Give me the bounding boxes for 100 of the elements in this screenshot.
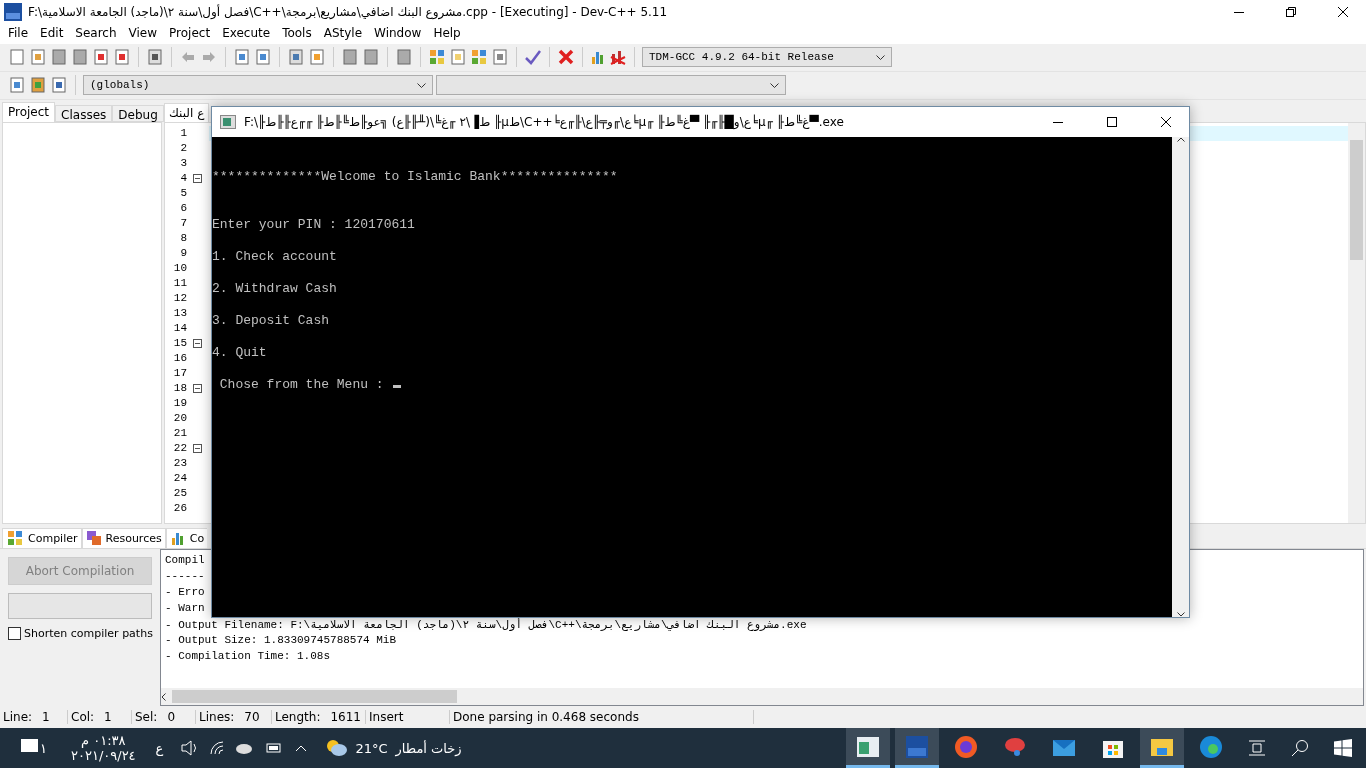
task-view-icon[interactable]	[1248, 740, 1266, 756]
open-file-icon[interactable]	[29, 48, 47, 67]
check-icon[interactable]	[524, 48, 542, 67]
comment-icon[interactable]	[395, 48, 413, 67]
layout-icon[interactable]	[491, 48, 509, 67]
line-number: 19	[172, 397, 188, 410]
line-number: 10	[172, 262, 188, 275]
close-icon	[1338, 7, 1348, 17]
find-icon[interactable]	[233, 48, 251, 67]
line-number: 7	[179, 217, 188, 230]
line-number: 17	[172, 367, 188, 380]
status-value: 0	[167, 710, 176, 725]
grid-icon[interactable]	[6, 529, 24, 547]
console-title: F:\╟ط▐\٢ ╓غ╚\(╨╟╟ع) ╗عو╟ط╚╟ط╟ ╓╓ع╟╟ط ╟µط\C++╘ع\╓و╤╟ع\╟╓ع╘µ╓ ╟ع\و█╟╓╟ ▀غ╚ط╘µ╓ ╟غ╚ط▀.exe	[244, 115, 845, 129]
run-icon[interactable]	[470, 48, 488, 67]
stop-icon[interactable]	[557, 48, 575, 67]
search-icon[interactable]	[1291, 739, 1309, 757]
fold-marker[interactable]	[193, 443, 202, 453]
status-label: Sel:	[135, 710, 158, 725]
bar-chart-icon	[590, 49, 606, 66]
close-icon	[1161, 117, 1171, 127]
taskbar-app[interactable]	[1140, 728, 1184, 768]
panel-tab[interactable]: Co	[165, 527, 208, 548]
panel-tab[interactable]: Classes	[55, 104, 113, 122]
horizontal-scrollbar[interactable]	[161, 688, 1363, 706]
restore-icon	[1286, 7, 1296, 17]
fold-marker[interactable]	[193, 383, 202, 393]
line-number: 18	[172, 382, 188, 395]
line-number: 6	[179, 202, 188, 215]
text-cursor	[393, 385, 402, 388]
menu-item[interactable]: Tools	[276, 24, 318, 44]
printer-icon[interactable]	[146, 48, 164, 67]
console-icon	[220, 115, 236, 129]
scope-dropdown[interactable]: (globals)	[83, 75, 433, 96]
status-value: 1611	[330, 710, 361, 725]
add-icon[interactable]	[29, 76, 47, 95]
scrollbar[interactable]	[1348, 122, 1365, 523]
fold-marker[interactable]	[193, 173, 202, 183]
checkbox[interactable]	[8, 626, 21, 640]
status-value: 1	[42, 710, 50, 725]
status-value: 1	[104, 710, 112, 725]
status-label: Length:	[275, 710, 321, 725]
minimize-icon	[1053, 121, 1063, 123]
menu-item[interactable]: View	[122, 24, 164, 44]
bookmark-icon[interactable]	[308, 48, 326, 67]
battery-icon[interactable]	[263, 742, 282, 754]
panel-tab[interactable]: Resources	[81, 527, 166, 548]
panel-tab[interactable]: Debug	[112, 104, 164, 122]
new-file-icon[interactable]	[8, 48, 26, 67]
editor-tab[interactable]: ع البنك	[164, 102, 210, 122]
compile-icon[interactable]	[428, 48, 446, 67]
log-line: - Erro	[165, 585, 205, 600]
line-number: 15	[172, 337, 188, 350]
menu-item[interactable]: Edit	[34, 24, 70, 44]
replace-icon[interactable]	[254, 48, 272, 67]
compiler-dropdown[interactable]: TDM-GCC 4.9.2 64-bit Release	[642, 47, 892, 68]
menu-item[interactable]: Project	[163, 24, 217, 44]
insert-icon[interactable]	[8, 76, 26, 95]
menu-item[interactable]: Help	[427, 24, 467, 44]
menu-item[interactable]: AStyle	[317, 24, 369, 44]
fold-marker[interactable]	[193, 338, 202, 348]
line-number: 26	[172, 502, 188, 515]
unindent-icon[interactable]	[362, 48, 380, 67]
line-number: 5	[179, 187, 188, 200]
panel-tab[interactable]: Project	[2, 101, 56, 122]
line-number: 12	[172, 292, 188, 305]
close-file-icon[interactable]	[92, 48, 110, 67]
minimize-icon	[1234, 11, 1244, 13]
line-number: 2	[179, 142, 188, 155]
wifi-icon[interactable]	[209, 740, 226, 756]
close-all-icon[interactable]	[113, 48, 131, 67]
console-line: 1. Check account	[212, 249, 337, 264]
bookmark-toggle-icon[interactable]	[50, 76, 68, 95]
language-indicator[interactable]: ع	[155, 740, 164, 756]
save-all-icon[interactable]	[71, 48, 89, 67]
maximize-icon	[1107, 117, 1117, 127]
clock[interactable]: ٠١:٣٨ م ٢٠٢١/٠٩/٢٤	[71, 733, 136, 763]
caret-icon	[876, 54, 885, 60]
notification-count: ١	[40, 740, 47, 756]
menu-item[interactable]: File	[2, 24, 35, 44]
status-label: Line:	[3, 710, 33, 725]
windows-start-icon[interactable]	[1334, 739, 1352, 757]
indent-icon[interactable]	[341, 48, 359, 67]
save-icon[interactable]	[50, 48, 68, 67]
line-number: 9	[179, 247, 188, 260]
taskbar-app[interactable]	[846, 728, 890, 768]
weather-icon[interactable]	[325, 739, 348, 757]
menu-item[interactable]: Window	[368, 24, 428, 44]
log-line: - Output Filename: F:\فصل أول\سنة ٢\(ماجد) الجامعة الاسلامية\C++\مشروع البنك اضافي\مشاريع\برمجة.exe	[165, 617, 807, 633]
cloud-icon[interactable]	[235, 742, 254, 754]
window-icon[interactable]	[449, 48, 467, 67]
chevron-up-icon[interactable]	[295, 744, 308, 752]
menu-item[interactable]: Search	[69, 24, 123, 44]
panel-tab[interactable]: Compiler	[2, 527, 82, 548]
console-line: 3. Deposit Cash	[212, 313, 330, 328]
weather-text: زخات أمطار	[395, 740, 463, 756]
menu-item[interactable]: Execute	[216, 24, 277, 44]
scrollbar[interactable]	[1172, 137, 1189, 617]
line-number: 13	[172, 307, 188, 320]
goto-icon[interactable]	[287, 48, 305, 67]
